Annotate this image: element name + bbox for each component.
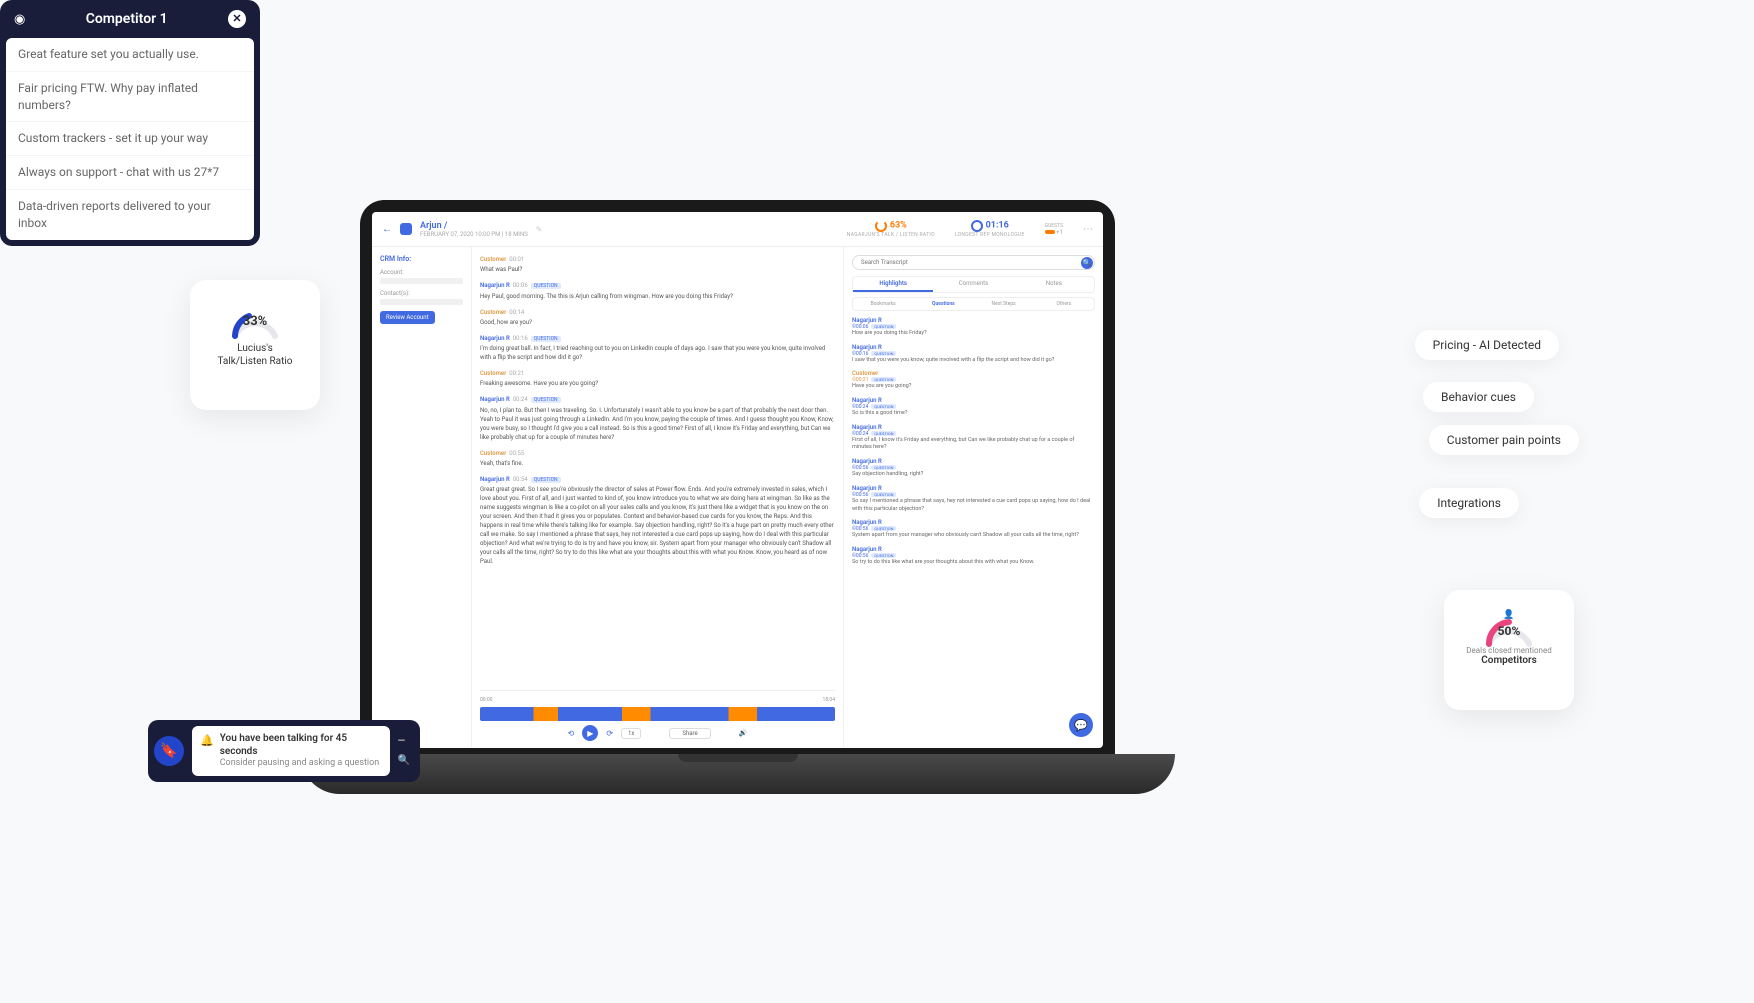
transcript-message[interactable]: Customer00:01What was Paul?	[480, 255, 835, 274]
minimize-icon[interactable]: —	[398, 736, 410, 747]
primary-tabs: HighlightsCommentsNotes	[852, 276, 1095, 293]
back-button[interactable]: ←	[382, 224, 392, 235]
question-item[interactable]: Customer©00:21QUESTIONHave you are you g…	[852, 370, 1095, 391]
audio-player: 00:0018:04 ⟲ ▶ ⟳ 1x Share 🔊	[480, 690, 835, 747]
search-icon[interactable]: 🔍	[398, 755, 410, 766]
transcript-message[interactable]: Nagarjun R00:16QUESTIONI'm doing great b…	[480, 334, 835, 363]
search-button[interactable]: 🔍	[1081, 257, 1093, 269]
laptop-frame: ← Arjun / FEBRUARY 07, 2020 10:00 PM | 1…	[360, 200, 1115, 760]
rewind-button[interactable]: ⟲	[568, 729, 575, 738]
broadcast-icon: ◉	[14, 12, 25, 27]
tab-highlights[interactable]: Highlights	[853, 277, 933, 292]
transcript-message[interactable]: Customer00:55Yeah, that's fine.	[480, 449, 835, 468]
laptop-base	[300, 754, 1175, 794]
subtab-bookmarks[interactable]: Bookmarks	[853, 298, 913, 310]
tab-notes[interactable]: Notes	[1014, 277, 1094, 292]
transcript-message[interactable]: Nagarjun R00:54QUESTIONGreat great great…	[480, 475, 835, 567]
call-meta: FEBRUARY 07, 2020 10:00 PM | 18 MINS	[420, 231, 528, 238]
volume-button[interactable]: 🔊	[739, 729, 748, 737]
crm-title: CRM Info:	[380, 255, 463, 263]
transcript-message[interactable]: Customer00:21Freaking awesome. Have you …	[480, 369, 835, 388]
subtab-others[interactable]: Others	[1034, 298, 1094, 310]
speed-select[interactable]: 1x	[621, 728, 641, 739]
subtab-next-steps[interactable]: Next Steps	[974, 298, 1034, 310]
waveform[interactable]	[480, 707, 835, 721]
crm-panel: CRM Info: Account: Contact(s): Review Ac…	[372, 247, 472, 747]
tab-comments[interactable]: Comments	[933, 277, 1013, 292]
forward-button[interactable]: ⟳	[606, 729, 613, 738]
battlecard-item[interactable]: Always on support - chat with us 27*7	[6, 156, 254, 190]
chat-fab[interactable]: 💬	[1069, 713, 1093, 737]
transcript-message[interactable]: Nagarjun R00:24QUESTIONNo, no, I plan to…	[480, 395, 835, 442]
stat-talk-ratio: 63% NAGARJUN'S TALK / LISTEN RATIO	[847, 220, 935, 238]
transcript-message[interactable]: Customer00:14Good, how are you?	[480, 308, 835, 327]
close-button[interactable]: ✕	[228, 10, 246, 28]
battlecard-item[interactable]: Great feature set you actually use.	[6, 38, 254, 72]
insights-panel: 🔍 HighlightsCommentsNotes BookmarksQuest…	[843, 247, 1103, 747]
bookmark-icon[interactable]: 🔖	[154, 736, 184, 766]
more-menu[interactable]: ⋯	[1083, 224, 1093, 235]
question-item[interactable]: Nagarjun R©00:56QUESTIONSay objection ha…	[852, 458, 1095, 479]
secondary-tabs: BookmarksQuestionsNext StepsOthers	[852, 297, 1095, 311]
tag-behavior[interactable]: Behavior cues	[1423, 382, 1534, 412]
stat-monologue: 01:16 LONGEST REP MONOLOGUE	[955, 220, 1025, 238]
competitor-battlecard: ◉ Competitor 1 ✕ Great feature set you a…	[0, 0, 260, 246]
person-icon: 👤	[1479, 610, 1539, 620]
app-icon	[400, 223, 412, 235]
play-button[interactable]: ▶	[582, 725, 598, 741]
talk-time-notification: 🔖 🔔 You have been talking for 45 seconds…	[148, 720, 420, 782]
question-item[interactable]: Nagarjun R©00:56QUESTIONSo say I mention…	[852, 485, 1095, 513]
transcript-panel: Customer00:01What was Paul? Nagarjun R00:…	[472, 247, 843, 747]
app-header: ← Arjun / FEBRUARY 07, 2020 10:00 PM | 1…	[372, 212, 1103, 247]
tag-pain-points[interactable]: Customer pain points	[1429, 425, 1579, 455]
search-input[interactable]	[852, 255, 1095, 270]
transcript-message[interactable]: Nagarjun R00:06QUESTIONHey Paul, good mo…	[480, 281, 835, 301]
question-item[interactable]: Nagarjun R©00:24QUESTIONFirst of all, I …	[852, 424, 1095, 452]
competitor-title: Competitor 1	[25, 11, 228, 27]
subtab-questions[interactable]: Questions	[913, 298, 973, 310]
call-title: Arjun /	[420, 221, 528, 231]
question-item[interactable]: Nagarjun R©00:16QUESTIONI saw that you w…	[852, 344, 1095, 365]
deals-competitors-card: 👤 50% Deals closed mentioned Competitors	[1444, 590, 1574, 710]
ratio-value: 33%	[225, 314, 285, 329]
battlecard-item[interactable]: Data-driven reports delivered to your in…	[6, 190, 254, 240]
question-item[interactable]: Nagarjun R©00:06QUESTIONHow are you doin…	[852, 317, 1095, 338]
stat-guests: GUESTS +1	[1045, 223, 1063, 236]
battlecard-item[interactable]: Custom trackers - set it up your way	[6, 122, 254, 156]
deals-value: 50%	[1479, 624, 1539, 638]
app-screen: ← Arjun / FEBRUARY 07, 2020 10:00 PM | 1…	[372, 212, 1103, 748]
tag-integrations[interactable]: Integrations	[1419, 488, 1519, 518]
share-button[interactable]: Share	[669, 728, 710, 739]
tag-pricing[interactable]: Pricing - AI Detected	[1415, 330, 1559, 360]
bell-icon: 🔔	[200, 734, 214, 770]
talk-listen-ratio-card: 33% Lucius's Talk/Listen Ratio	[190, 280, 320, 410]
edit-icon[interactable]: ✎	[536, 225, 543, 234]
question-item[interactable]: Nagarjun R©00:24QUESTIONSo is this a goo…	[852, 397, 1095, 418]
review-account-button[interactable]: Review Account	[380, 311, 435, 324]
question-item[interactable]: Nagarjun R©00:56QUESTIONSystem apart fro…	[852, 519, 1095, 540]
battlecard-item[interactable]: Fair pricing FTW. Why pay inflated numbe…	[6, 72, 254, 123]
question-item[interactable]: Nagarjun R©00:56QUESTIONSo try to do thi…	[852, 546, 1095, 567]
